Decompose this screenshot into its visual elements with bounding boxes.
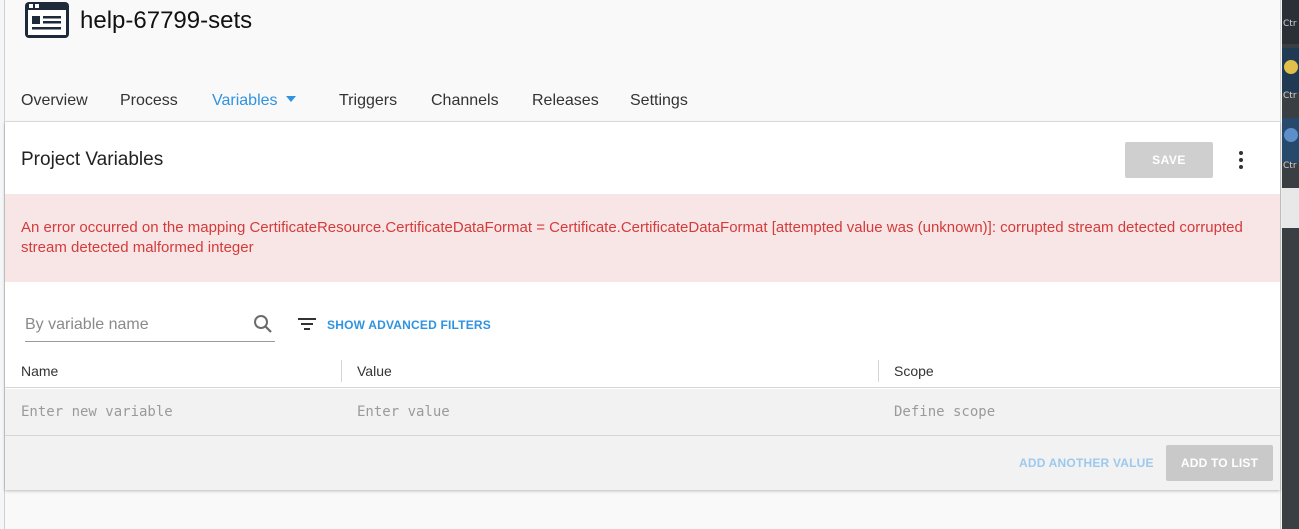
- tab-settings[interactable]: Settings: [630, 92, 688, 110]
- tab-label: Triggers: [339, 92, 398, 109]
- filter-list-icon[interactable]: [297, 316, 317, 332]
- tab-label: Settings: [630, 92, 688, 109]
- tab-label: Process: [120, 92, 178, 109]
- show-advanced-filters-button[interactable]: SHOW ADVANCED FILTERS: [327, 318, 491, 332]
- error-message: An error occurred on the mapping Certifi…: [21, 219, 1243, 256]
- tab-releases[interactable]: Releases: [532, 92, 599, 110]
- variable-value-input[interactable]: [357, 399, 867, 425]
- app-window: help-67799-sets Overview Process Variabl…: [4, 0, 1281, 529]
- tile-label: Ctr: [1283, 161, 1297, 171]
- add-another-value-button[interactable]: ADD ANOTHER VALUE: [1009, 446, 1164, 480]
- add-to-list-button[interactable]: ADD TO LIST: [1166, 445, 1273, 481]
- tab-label: Releases: [532, 92, 599, 109]
- page-title: Project Variables: [21, 149, 164, 170]
- more-options-icon[interactable]: [1231, 148, 1251, 172]
- app-badge-icon: [1284, 60, 1298, 74]
- search-input[interactable]: [25, 312, 245, 338]
- tab-label: Channels: [431, 92, 499, 109]
- column-header-name: Name: [21, 363, 59, 379]
- project-title: help-67799-sets: [80, 7, 253, 34]
- variables-card: Project Variables SAVE An error occurred…: [5, 122, 1280, 490]
- project-window-icon: [25, 2, 69, 38]
- tile-label: Ctr: [1283, 19, 1297, 29]
- tab-overview[interactable]: Overview: [21, 92, 88, 110]
- tile-label: Ctr: [1283, 91, 1297, 101]
- search-icon[interactable]: [253, 314, 273, 334]
- variable-scope-input[interactable]: [894, 399, 1264, 425]
- column-resize-handle[interactable]: [878, 360, 879, 382]
- column-header-value: Value: [357, 363, 392, 379]
- column-header-scope: Scope: [894, 363, 934, 379]
- search-box: [25, 308, 275, 342]
- desktop-tile: [1282, 188, 1299, 228]
- column-resize-handle[interactable]: [341, 360, 342, 382]
- filter-row: SHOW ADVANCED FILTERS: [5, 302, 1280, 352]
- tab-triggers[interactable]: Triggers: [339, 92, 397, 110]
- tab-variables[interactable]: Variables: [212, 92, 296, 110]
- new-variable-row: [5, 389, 1280, 436]
- tab-label: Overview: [21, 92, 88, 109]
- tab-label: Variables: [212, 92, 278, 109]
- save-button[interactable]: SAVE: [1125, 142, 1213, 178]
- variable-name-input[interactable]: [21, 399, 331, 425]
- error-banner: An error occurred on the mapping Certifi…: [5, 194, 1280, 282]
- desktop-side-strip: Ctr Ctr Ctr: [1282, 0, 1299, 529]
- row-actions: ADD ANOTHER VALUE ADD TO LIST: [5, 436, 1280, 490]
- tab-process[interactable]: Process: [120, 92, 178, 110]
- table-header: Name Value Scope: [5, 354, 1280, 388]
- tab-channels[interactable]: Channels: [431, 92, 499, 110]
- app-badge-icon: [1284, 128, 1298, 142]
- project-header: help-67799-sets Overview Process Variabl…: [5, 0, 1280, 122]
- caret-down-icon: [285, 95, 296, 102]
